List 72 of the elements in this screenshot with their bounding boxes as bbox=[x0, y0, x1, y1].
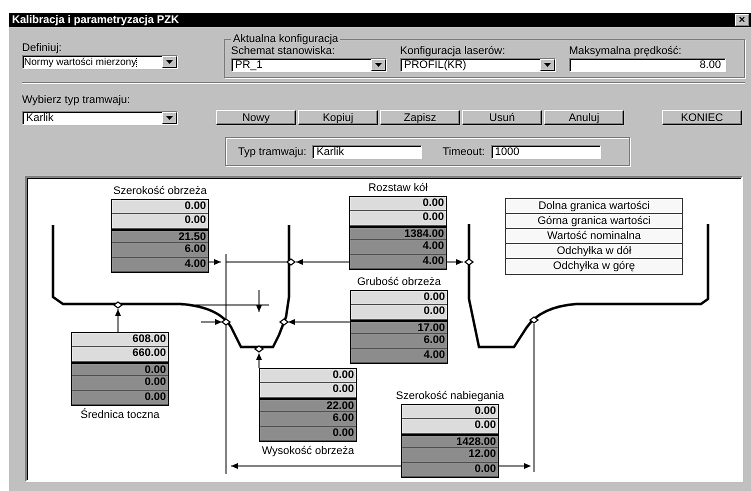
dropdown-button[interactable] bbox=[162, 112, 177, 124]
dropdown-button[interactable] bbox=[371, 59, 386, 71]
measurement-label: Szerokość obrzeża bbox=[113, 185, 207, 197]
value-cell[interactable]: 608.00 bbox=[72, 333, 168, 348]
value-cell[interactable]: 0.00 bbox=[112, 200, 208, 214]
text-input[interactable]: 1000 bbox=[490, 144, 601, 158]
legend-row: Górna granica wartości bbox=[506, 214, 682, 229]
value-cell[interactable]: 0.00 bbox=[350, 211, 446, 226]
dropdown-arrow-icon bbox=[375, 63, 382, 67]
value-cell[interactable]: 0.00 bbox=[351, 305, 447, 320]
legend-row: Dolna granica wartości bbox=[506, 199, 682, 214]
legend-row-text: Odchyłka w górę bbox=[552, 259, 636, 274]
value-cell[interactable]: 0.00 bbox=[351, 291, 447, 306]
speed-input[interactable]: 8.00 bbox=[569, 58, 726, 72]
value-cell[interactable]: 1384.00 bbox=[350, 226, 446, 240]
action-button[interactable]: Kopiuj bbox=[298, 110, 378, 125]
value-cell[interactable]: 0.00 bbox=[260, 369, 356, 384]
value-cell[interactable]: 6.00 bbox=[260, 412, 356, 427]
value-cell[interactable]: 0.00 bbox=[72, 376, 168, 391]
dropdown-button[interactable] bbox=[162, 56, 177, 68]
value-cell[interactable]: 6.00 bbox=[112, 243, 208, 258]
measurement-label: Rozstaw kół bbox=[368, 182, 428, 194]
field-label: Konfiguracja laserów: bbox=[400, 45, 506, 57]
measurement-label: Wysokość obrzeża bbox=[262, 444, 354, 457]
value-cell[interactable]: 4.00 bbox=[351, 348, 447, 363]
value-cell[interactable]: 0.00 bbox=[402, 405, 498, 420]
combo-box[interactable]: PR_1 bbox=[231, 58, 387, 72]
value-cell[interactable]: 6.00 bbox=[351, 334, 447, 349]
legend-row: Wartość nominalna bbox=[506, 229, 682, 244]
value-cell[interactable]: 22.00 bbox=[260, 398, 356, 412]
definiuj-combo[interactable]: Normy wartości mierzony bbox=[22, 55, 178, 69]
value-cell[interactable]: 0.00 bbox=[402, 419, 498, 434]
action-button[interactable]: Usuń bbox=[462, 110, 542, 125]
exit-button[interactable]: KONIEC bbox=[662, 110, 742, 125]
value-cell[interactable]: 0.00 bbox=[72, 390, 168, 405]
value-cell[interactable]: 17.00 bbox=[351, 320, 447, 334]
action-button[interactable]: Zapisz bbox=[380, 110, 460, 125]
value-cell[interactable]: 0.00 bbox=[350, 197, 446, 212]
value-cell[interactable]: 0.00 bbox=[402, 462, 498, 477]
measurement-label: Średnica toczna bbox=[80, 408, 160, 421]
value-cell[interactable]: 4.00 bbox=[350, 240, 446, 255]
tram-combo[interactable]: Karlik bbox=[22, 110, 178, 124]
value-cell[interactable]: 0.00 bbox=[72, 362, 168, 376]
close-button[interactable]: × bbox=[735, 14, 749, 26]
measurement-label: Szerokość nabiegania bbox=[396, 390, 504, 402]
field-label: Timeout: bbox=[442, 146, 485, 158]
value-cell[interactable]: 0.00 bbox=[260, 383, 356, 398]
window-title: Kalibracja i parametryzacja PZK bbox=[12, 14, 179, 26]
combo-box[interactable]: PROFIL(KR) bbox=[400, 58, 556, 72]
text-input[interactable]: Karlik bbox=[312, 144, 422, 158]
group-title: Aktualna konfiguracja bbox=[232, 33, 340, 45]
measurement-label: Grubość obrzeża bbox=[357, 276, 441, 288]
dropdown-arrow-icon bbox=[166, 116, 173, 120]
value-cell[interactable]: 1428.00 bbox=[402, 434, 498, 448]
dropdown-arrow-icon bbox=[166, 60, 173, 64]
field-label: Definiuj: bbox=[22, 42, 63, 54]
action-button[interactable]: Nowy bbox=[216, 110, 296, 125]
value-cell[interactable]: 21.50 bbox=[112, 228, 208, 244]
field-label: Maksymalna prędkość: bbox=[569, 45, 682, 57]
value-cell[interactable]: 660.00 bbox=[72, 347, 168, 362]
dropdown-arrow-icon bbox=[544, 63, 551, 67]
legend-row: Odchyłka w dół bbox=[506, 244, 682, 259]
value-cell[interactable]: 4.00 bbox=[350, 254, 446, 269]
value-cell[interactable]: 12.00 bbox=[402, 448, 498, 463]
field-label: Typ tramwaju: bbox=[238, 146, 306, 158]
value-cell[interactable]: 4.00 bbox=[112, 258, 208, 272]
value-cell[interactable]: 0.00 bbox=[112, 214, 208, 229]
value-cell[interactable]: 0.00 bbox=[260, 426, 356, 441]
action-button[interactable]: Anuluj bbox=[544, 110, 624, 125]
field-label: Schemat stanowiska: bbox=[231, 45, 336, 57]
field-label: Wybierz typ tramwaju: bbox=[22, 94, 132, 106]
dropdown-button[interactable] bbox=[540, 59, 555, 71]
